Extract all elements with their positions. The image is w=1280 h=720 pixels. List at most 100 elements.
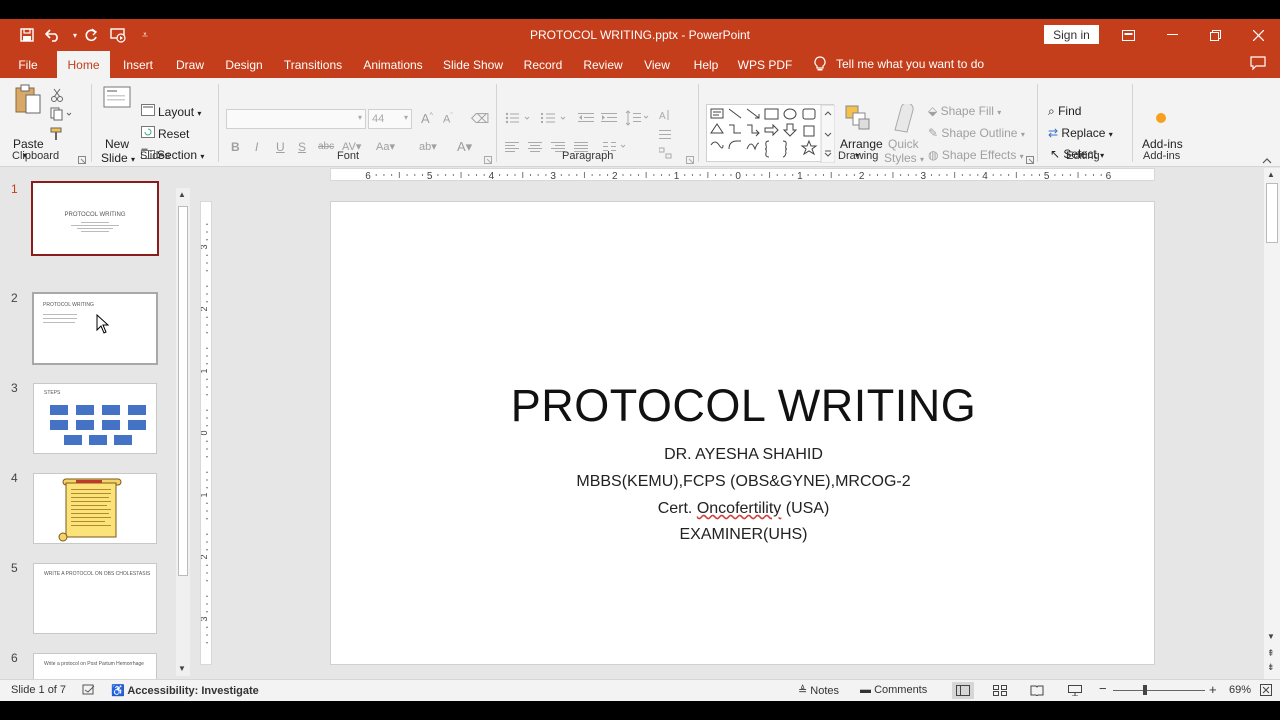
tab-help[interactable]: Help [686,51,726,78]
find-button[interactable]: ⌕ Find [1048,104,1081,119]
normal-view-button[interactable] [952,682,974,699]
slide-thumbnail-2[interactable]: PROTOCOL WRITING [32,292,158,365]
increase-font-size-icon[interactable]: A^ [421,111,433,126]
restore-icon[interactable] [1197,23,1233,47]
new-slide-label-2[interactable]: Slide ▾ [101,151,135,165]
bullets-icon[interactable] [505,111,535,128]
thumbnails-scrollbar[interactable]: ▲ ▼ [176,188,190,676]
quick-styles-button[interactable]: Quick [888,137,919,151]
tab-review[interactable]: Review [578,51,628,78]
change-case-icon[interactable]: Aa▾ [376,140,395,153]
new-slide-button[interactable]: New [105,137,129,151]
tab-draw[interactable]: Draw [170,51,210,78]
fit-slide-to-window-icon[interactable] [1260,684,1272,699]
strikethrough-icon[interactable]: abc [318,141,334,152]
slide-sorter-button[interactable] [993,685,1007,699]
slide-thumbnail-4[interactable] [33,473,157,544]
add-ins-button[interactable]: Add-ins [1142,137,1183,151]
tab-design[interactable]: Design [219,51,269,78]
underline-icon[interactable]: U [276,140,285,154]
zoom-slider[interactable] [1113,685,1205,695]
tell-me-search[interactable]: Tell me what you want to do [814,56,984,72]
sign-in-button[interactable]: Sign in [1044,25,1099,44]
add-ins-icon[interactable] [1155,112,1167,127]
clipboard-launcher-icon[interactable] [78,153,86,167]
shape-outline-button[interactable]: ✎ Shape Outline ▾ [928,126,1025,140]
format-painter-icon[interactable] [50,127,66,144]
decrease-indent-icon[interactable] [578,111,594,128]
tab-insert[interactable]: Insert [115,51,161,78]
zoom-out-icon[interactable]: − [1099,681,1107,696]
minimize-icon[interactable] [1154,23,1190,47]
line-spacing-icon[interactable] [625,110,651,129]
shape-effects-button[interactable]: ◍ Shape Effects ▾ [928,148,1024,162]
font-color-icon[interactable]: A▾ [457,139,472,155]
editor-scrollbar-thumb[interactable] [1266,183,1278,243]
align-text-icon[interactable] [659,128,679,145]
zoom-slider-thumb[interactable] [1143,685,1147,695]
copy-icon[interactable] [50,107,72,124]
tab-slide-show[interactable]: Slide Show [440,51,506,78]
slide-subtitle-line-1[interactable]: DR. AYESHA SHAHID [331,446,1156,464]
font-size-dropdown-icon[interactable]: ▾ [404,113,408,122]
shape-fill-button[interactable]: ⬙ Shape Fill ▾ [928,104,1001,118]
bold-icon[interactable]: B [231,140,240,154]
slide-canvas[interactable]: PROTOCOL WRITING DR. AYESHA SHAHID MBBS(… [330,201,1155,665]
reset-button[interactable]: Reset [158,127,189,141]
font-launcher-icon[interactable] [484,153,492,167]
slide-thumbnail-1[interactable]: PROTOCOL WRITING [31,181,159,256]
replace-button[interactable]: ⇄ Replace ▾ [1048,126,1113,140]
ribbon-display-options-icon[interactable] [1110,23,1146,47]
new-slide-icon[interactable] [103,86,131,113]
scroll-down-icon[interactable]: ▼ [1267,632,1275,641]
close-icon[interactable] [1240,23,1276,47]
layout-button[interactable]: Layout ▾ [158,105,201,119]
tab-file[interactable]: File [8,51,48,78]
slide-subtitle-line-2[interactable]: MBBS(KEMU),FCPS (OBS&GYNE),MRCOG-2 [331,473,1156,491]
collapse-ribbon-icon[interactable] [1262,153,1272,167]
font-name-dropdown-icon[interactable]: ▾ [358,113,362,122]
convert-to-smartart-icon[interactable] [658,147,679,164]
paste-icon[interactable] [14,83,42,118]
tab-home[interactable]: Home [57,51,110,78]
decrease-font-size-icon[interactable]: Aˇ [443,113,453,126]
italic-icon[interactable]: I [255,140,258,154]
paragraph-launcher-icon[interactable] [686,153,694,167]
font-size-combobox[interactable]: 44 ▾ [368,109,412,129]
paste-button[interactable]: Paste [13,137,44,151]
previous-slide-icon[interactable]: ⇞ [1267,648,1275,659]
tab-view[interactable]: View [638,51,676,78]
reading-view-button[interactable] [1030,685,1044,699]
text-shadow-icon[interactable]: S [298,140,306,154]
zoom-level[interactable]: 69% [1229,684,1251,696]
spell-check-icon[interactable] [82,684,96,699]
align-center-icon[interactable] [528,141,542,156]
next-slide-icon[interactable]: ⇟ [1267,662,1275,673]
quick-styles-icon[interactable] [889,102,919,137]
slide-title[interactable]: PROTOCOL WRITING [331,380,1156,432]
numbering-icon[interactable] [541,111,571,128]
highlight-color-icon[interactable]: ab▾ [419,140,437,153]
thumbnails-scrollbar-thumb[interactable] [178,206,188,576]
clear-formatting-icon[interactable]: ⌫ [471,111,489,127]
comments-pane-icon[interactable] [1250,56,1266,74]
arrange-button[interactable]: Arrange [840,137,883,151]
tab-record[interactable]: Record [518,51,568,78]
tab-transitions[interactable]: Transitions [279,51,347,78]
notes-button[interactable]: ≜ Notes [798,684,839,697]
accessibility-status[interactable]: ♿ Accessibility: Investigate [111,684,259,697]
drawing-launcher-icon[interactable] [1026,153,1034,167]
arrange-icon[interactable] [844,104,872,137]
quick-styles-label-2[interactable]: Styles ▾ [884,151,924,165]
editor-scrollbar[interactable]: ▲ ▼ ⇞ ⇟ [1264,168,1280,679]
scroll-down-icon[interactable]: ▼ [178,664,186,673]
slide-thumbnail-5[interactable]: WRITE A PROTOCOL ON OBS CHOLESTASIS [33,563,157,634]
tab-wps-pdf[interactable]: WPS PDF [736,51,794,78]
slide-thumbnail-3[interactable]: STEPS [33,383,157,454]
comments-button[interactable]: ▬ Comments [860,684,927,696]
slide-subtitle-line-4[interactable]: EXAMINER(UHS) [331,526,1156,544]
font-name-combobox[interactable]: ▾ [226,109,366,129]
cut-icon[interactable] [50,88,64,105]
shapes-gallery[interactable] [706,104,836,164]
slide-subtitle-line-3[interactable]: Cert. Oncofertility (USA) [331,500,1156,518]
